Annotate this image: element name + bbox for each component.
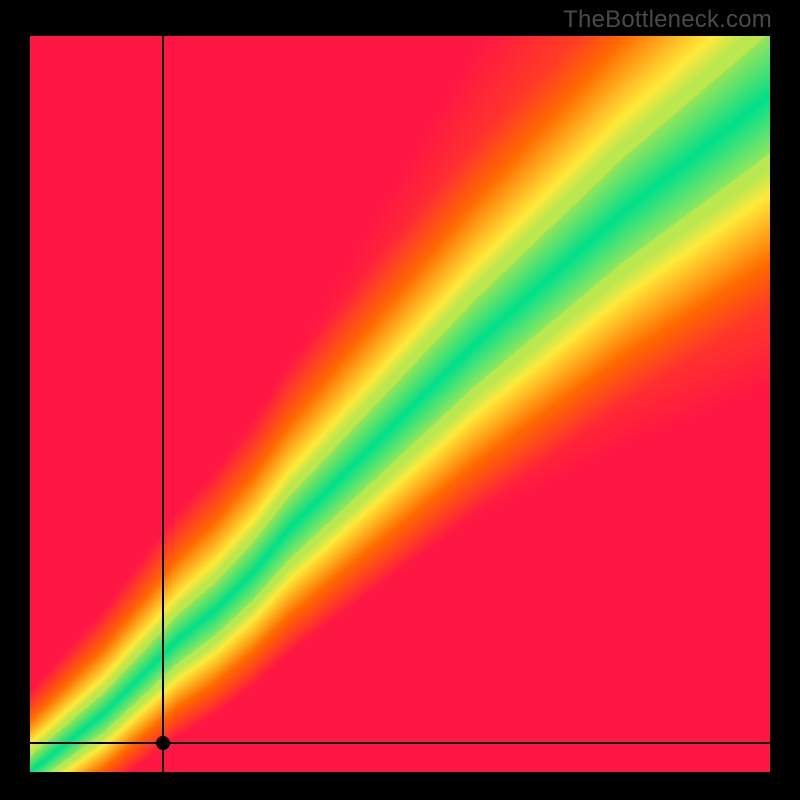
plot-area: [30, 36, 770, 772]
chart-frame: TheBottleneck.com: [0, 0, 800, 800]
watermark-text: TheBottleneck.com: [563, 6, 772, 34]
crosshair-horizontal: [30, 742, 770, 744]
crosshair-vertical: [162, 36, 164, 772]
selected-point-marker: [156, 736, 170, 750]
heatmap-canvas: [30, 36, 770, 772]
